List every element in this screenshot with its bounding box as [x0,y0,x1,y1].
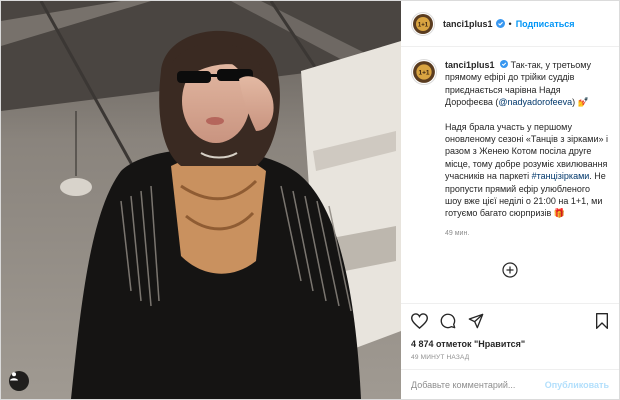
caption-verified-icon [500,60,509,68]
action-bar [401,303,619,337]
tagged-account-icon[interactable] [9,371,29,391]
bookmark-icon[interactable] [595,313,609,334]
comment-icon[interactable] [440,313,456,334]
caption-username[interactable]: tanci1plus1 [445,60,495,70]
post-photo[interactable] [1,1,401,399]
avatar[interactable]: 1+1 [411,11,435,36]
caption-text: tanci1plus1 Так-так, у третьому прямому … [445,59,609,240]
load-more-icon[interactable] [411,262,609,278]
caption-avatar[interactable]: 1+1 [411,59,437,85]
publish-button[interactable]: Опубликовать [545,380,609,390]
comments-area: 1+1 tanci1plus1 Так-так, у третьому прям… [401,47,619,303]
mention-link[interactable]: @nadyadorofeeva [498,97,572,107]
hashtag-link[interactable]: #танцізірками [532,171,590,181]
comment-box: Опубликовать [401,369,619,399]
photo-illustration [1,1,401,399]
posted-time[interactable]: 49 МИНУТ НАЗАД [401,349,619,361]
separator: • [508,18,512,29]
share-icon[interactable] [468,313,484,334]
follow-button[interactable]: Подписаться [516,19,575,29]
svg-text:1+1: 1+1 [418,22,429,28]
caption-time[interactable]: 49 мин. [445,228,609,240]
post-sidebar: 1+1 tanci1plus1 • Подписаться 1+1 tanci1… [401,1,619,399]
svg-text:1+1: 1+1 [418,70,429,77]
caption-p1-end: ) 💅 [572,97,589,108]
post-header: 1+1 tanci1plus1 • Подписаться [401,1,619,47]
caption-paragraph-1: tanci1plus1 Так-так, у третьому прямому … [445,59,609,109]
likes-count[interactable]: 4 874 отметок "Нравится" [401,337,619,349]
heart-icon[interactable] [410,313,429,334]
verified-icon [495,19,505,28]
header-username[interactable]: tanci1plus1 [443,19,493,29]
comment-input[interactable] [411,379,545,390]
instagram-post: 1+1 tanci1plus1 • Подписаться 1+1 tanci1… [0,0,620,400]
caption-paragraph-2: Надя брала участь у першому оновленому с… [445,121,609,220]
caption-row: 1+1 tanci1plus1 Так-так, у третьому прям… [411,59,609,240]
